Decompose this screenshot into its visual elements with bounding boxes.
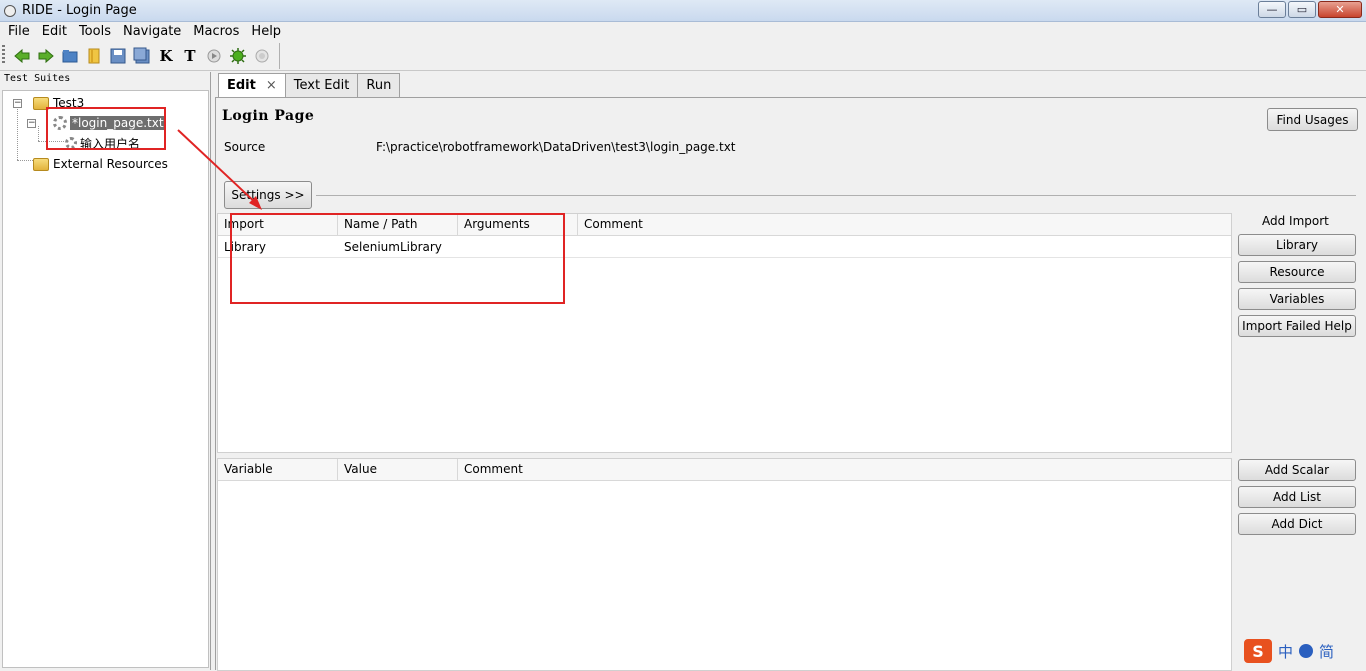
source-path: F:\practice\robotframework\DataDriven\te… bbox=[376, 140, 736, 154]
add-list-button[interactable]: Add List bbox=[1238, 486, 1356, 508]
column-header[interactable]: Comment bbox=[458, 459, 1233, 481]
variable-grid[interactable]: Variable Value Comment bbox=[217, 458, 1232, 671]
column-header[interactable]: Value bbox=[338, 459, 458, 481]
tab-edit[interactable]: Edit × bbox=[218, 73, 286, 98]
minimize-button[interactable]: — bbox=[1258, 1, 1286, 18]
run-icon[interactable] bbox=[204, 46, 224, 66]
close-tab-icon[interactable]: × bbox=[266, 78, 277, 93]
tab-label: Run bbox=[366, 78, 392, 93]
chinese-mode-indicator[interactable]: 中 bbox=[1278, 641, 1293, 662]
window-title: RIDE - Login Page bbox=[22, 3, 137, 18]
collapse-icon[interactable]: − bbox=[27, 119, 36, 128]
stop-icon[interactable] bbox=[252, 46, 272, 66]
close-button[interactable]: ✕ bbox=[1318, 1, 1362, 18]
page-title: Login Page bbox=[222, 108, 315, 124]
menu-edit[interactable]: Edit bbox=[36, 22, 73, 41]
settings-divider bbox=[316, 195, 1356, 196]
tree-label: External Resources bbox=[53, 157, 168, 171]
add-variables-button[interactable]: Variables bbox=[1238, 288, 1356, 310]
menu-macros[interactable]: Macros bbox=[187, 22, 245, 41]
column-header[interactable]: Comment bbox=[578, 214, 1233, 236]
test-search-icon[interactable]: T bbox=[180, 46, 200, 66]
editor-panel: Login Page Find Usages Source F:\practic… bbox=[215, 97, 1366, 671]
back-arrow-icon[interactable] bbox=[12, 46, 32, 66]
add-dict-button[interactable]: Add Dict bbox=[1238, 513, 1356, 535]
variable-grid-header: Variable Value Comment bbox=[218, 459, 1231, 481]
test-suites-panel: Test Suites − Test3 − *login_page.txt 输入… bbox=[0, 72, 211, 670]
annotation-box bbox=[46, 107, 166, 150]
annotation-box bbox=[230, 213, 565, 304]
tree-node-external-resources[interactable]: External Resources bbox=[33, 155, 168, 173]
menu-bar: File Edit Tools Navigate Macros Help bbox=[0, 22, 1366, 41]
keyword-search-icon[interactable]: K bbox=[156, 46, 176, 66]
add-library-button[interactable]: Library bbox=[1238, 234, 1356, 256]
app-icon bbox=[4, 5, 16, 17]
menu-file[interactable]: File bbox=[2, 22, 36, 41]
tab-label: Edit bbox=[227, 78, 256, 93]
simplified-indicator[interactable]: 简 bbox=[1319, 641, 1334, 662]
tab-run[interactable]: Run bbox=[357, 73, 401, 97]
save-icon[interactable] bbox=[108, 46, 128, 66]
toolbar: K T bbox=[0, 41, 1366, 71]
editor-tabs: Edit × Text Edit Run bbox=[218, 73, 401, 98]
column-header[interactable]: Variable bbox=[218, 459, 338, 481]
import-failed-help-button[interactable]: Import Failed Help bbox=[1238, 315, 1356, 337]
forward-arrow-icon[interactable] bbox=[36, 46, 56, 66]
menu-help[interactable]: Help bbox=[245, 22, 287, 41]
tab-label: Text Edit bbox=[293, 78, 350, 93]
ime-toolbar: S 中 简 bbox=[1244, 638, 1344, 664]
debug-icon[interactable] bbox=[228, 46, 248, 66]
window-controls: — ▭ ✕ bbox=[1258, 1, 1362, 18]
add-import-label: Add Import bbox=[1262, 214, 1329, 228]
find-usages-button[interactable]: Find Usages bbox=[1267, 108, 1358, 131]
maximize-button[interactable]: ▭ bbox=[1288, 1, 1316, 18]
moon-icon[interactable] bbox=[1299, 644, 1314, 658]
save-all-icon[interactable] bbox=[132, 46, 152, 66]
panel-header: Test Suites bbox=[4, 73, 71, 84]
settings-button[interactable]: Settings >> bbox=[224, 181, 312, 209]
sogou-ime-icon[interactable]: S bbox=[1244, 639, 1272, 663]
collapse-icon[interactable]: − bbox=[13, 99, 22, 108]
open-directory-icon[interactable] bbox=[84, 46, 104, 66]
tab-text-edit[interactable]: Text Edit bbox=[284, 73, 359, 97]
source-label: Source bbox=[224, 140, 266, 154]
menu-navigate[interactable]: Navigate bbox=[117, 22, 187, 41]
menu-tools[interactable]: Tools bbox=[73, 22, 117, 41]
open-folder-icon[interactable] bbox=[60, 46, 80, 66]
add-resource-button[interactable]: Resource bbox=[1238, 261, 1356, 283]
title-bar: RIDE - Login Page — ▭ ✕ bbox=[0, 0, 1366, 22]
add-scalar-button[interactable]: Add Scalar bbox=[1238, 459, 1356, 481]
folder-icon bbox=[33, 157, 49, 171]
suite-tree[interactable]: − Test3 − *login_page.txt 输入用户名 External… bbox=[2, 90, 209, 668]
